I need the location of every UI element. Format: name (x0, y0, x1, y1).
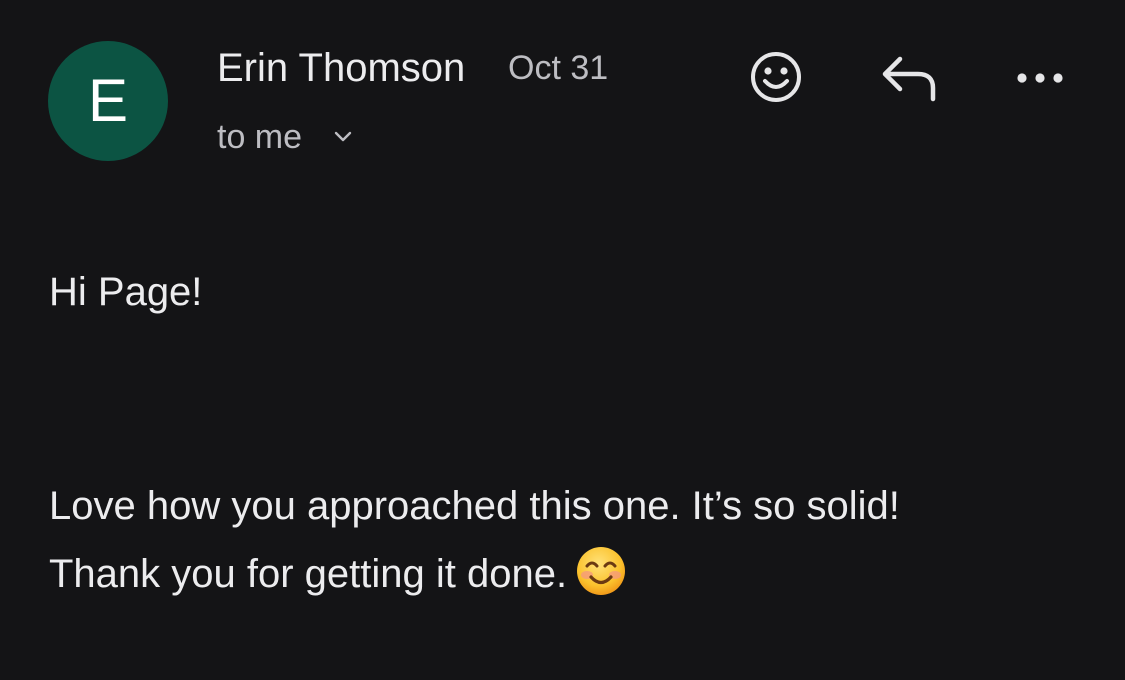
more-horizontal-icon (1017, 73, 1063, 83)
sender-name: Erin Thomson (217, 46, 466, 90)
reply-button[interactable] (876, 50, 942, 106)
email-date: Oct 31 (508, 49, 609, 87)
email-greeting: Hi Page! (49, 270, 203, 314)
reply-arrow-icon (882, 56, 936, 102)
more-options-button[interactable] (1010, 60, 1070, 96)
sender-avatar: E (48, 41, 168, 161)
chevron-down-icon (332, 126, 354, 148)
recipient-label: to me (217, 118, 303, 156)
email-body: Love how you approached this one. It’s s… (49, 472, 900, 608)
email-body-line: Love how you approached this one. It’s s… (49, 484, 900, 528)
recipient-details-toggle[interactable]: to me (217, 115, 354, 159)
smiling-face-emoji-icon (577, 547, 626, 595)
email-body-line: Thank you for getting it done. (49, 540, 900, 608)
add-reaction-button[interactable] (745, 46, 807, 108)
email-body-text: Thank you for getting it done. (49, 552, 568, 596)
smiley-face-icon (751, 52, 801, 102)
